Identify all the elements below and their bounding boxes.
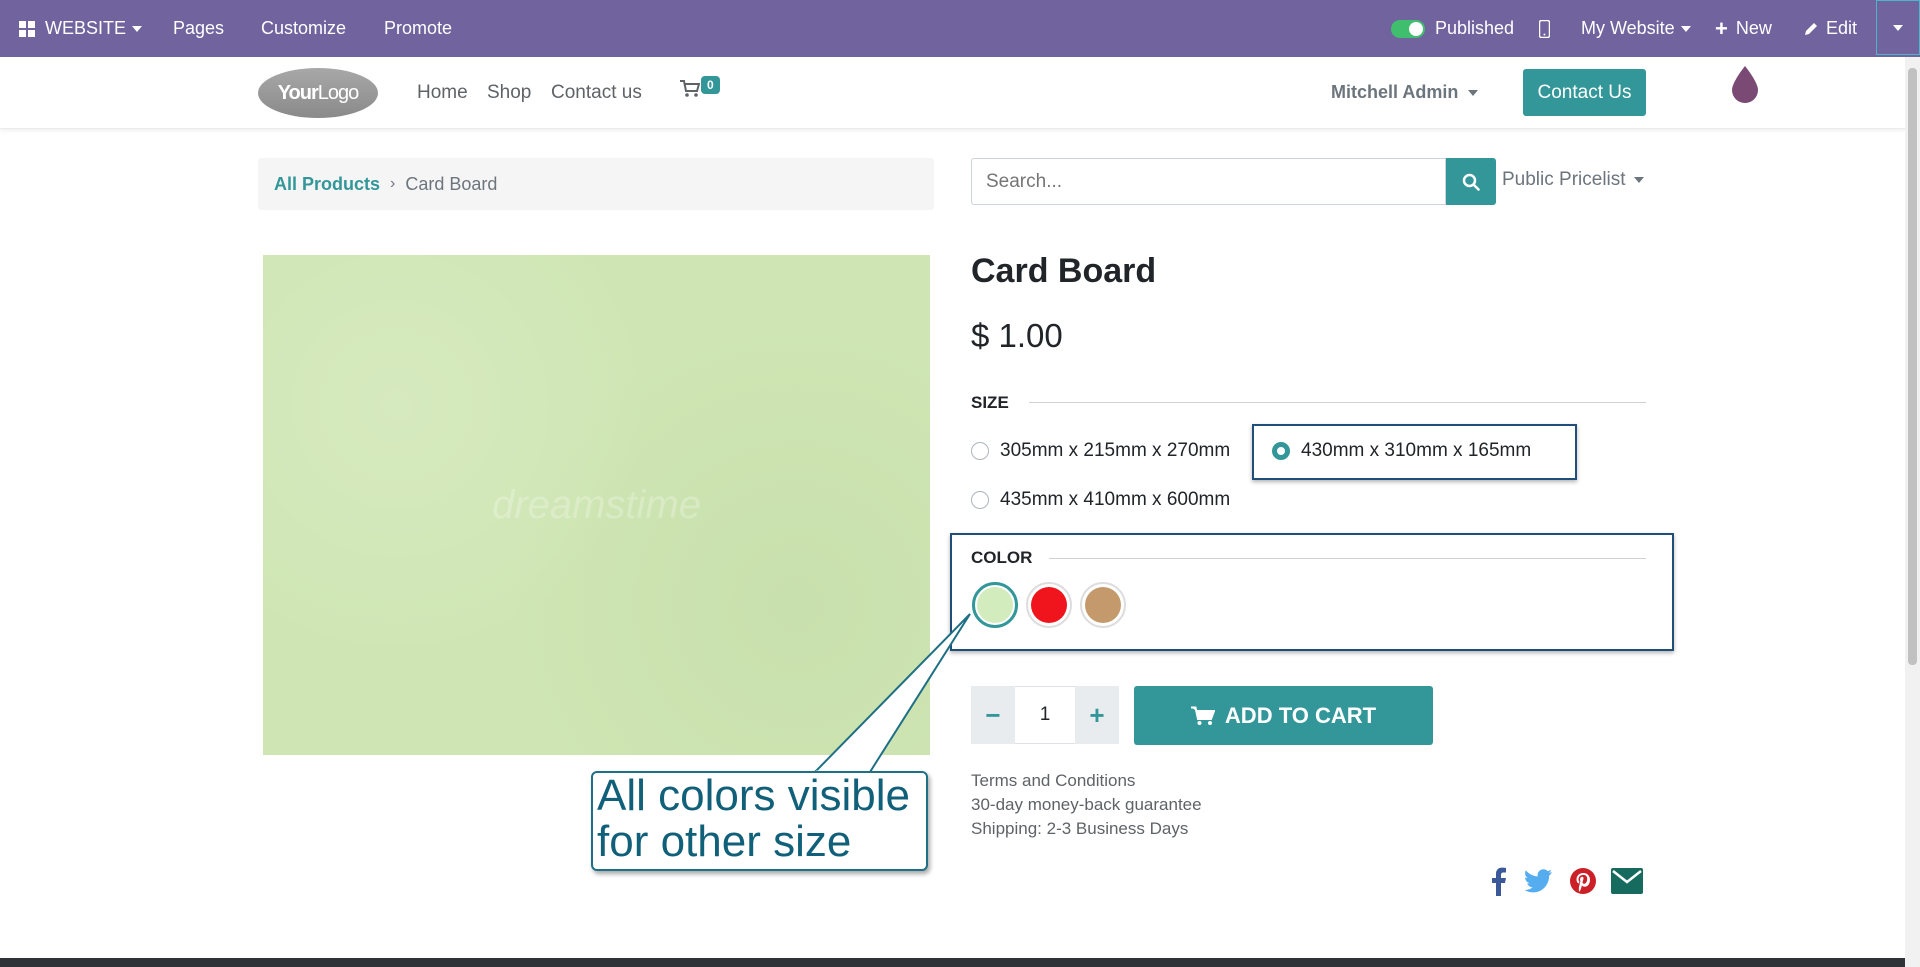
pages-menu[interactable]: Pages — [173, 0, 224, 57]
add-to-cart-label: ADD TO CART — [1224, 702, 1377, 728]
cart-link[interactable] — [680, 80, 701, 104]
user-menu[interactable]: Mitchell Admin — [1331, 82, 1479, 103]
search-button[interactable] — [1446, 158, 1496, 205]
product-price: $ 1.00 — [971, 317, 1063, 354]
pricelist-dropdown[interactable]: Public Pricelist — [1502, 169, 1644, 191]
size-label: SIZE — [971, 393, 1009, 412]
color-divider — [1049, 558, 1646, 559]
caret-down-icon — [1633, 177, 1644, 183]
contact-us-button[interactable]: Contact Us — [1523, 69, 1646, 116]
footer-strip — [0, 958, 1905, 967]
website-admin-bar: WEBSITE Pages Customize Promote Publishe… — [0, 0, 1920, 57]
website-menu-label: WEBSITE — [45, 18, 127, 38]
caret-down-icon — [132, 25, 143, 32]
color-label: COLOR — [971, 548, 1033, 567]
size-option-3[interactable]: 435mm x 410mm x 600mm — [971, 489, 1230, 511]
customize-menu[interactable]: Customize — [261, 0, 346, 57]
user-name: Mitchell Admin — [1331, 82, 1459, 102]
pricelist-label: Public Pricelist — [1502, 169, 1626, 190]
search-input[interactable] — [971, 158, 1446, 205]
apps-grid-icon — [19, 20, 35, 37]
new-label: New — [1735, 18, 1772, 38]
color-swatch-brown[interactable] — [1080, 582, 1126, 628]
guarantee-text: 30-day money-back guarantee — [971, 795, 1202, 814]
breadcrumb-all-products[interactable]: All Products — [274, 174, 380, 195]
website-selector-label: My Website — [1581, 18, 1675, 38]
quantity-increase-button[interactable]: + — [1075, 686, 1119, 744]
caret-down-icon — [1680, 25, 1691, 32]
breadcrumb: All Products › Card Board — [258, 158, 934, 210]
scrollbar-thumb[interactable] — [1908, 68, 1917, 665]
website-selector[interactable]: My Website — [1581, 0, 1691, 57]
logo-text-your: Your — [277, 81, 319, 104]
product-title: Card Board — [971, 252, 1157, 290]
size-divider — [1029, 402, 1646, 403]
nav-home[interactable]: Home — [417, 82, 468, 104]
size-option-1[interactable]: 305mm x 215mm x 270mm — [971, 440, 1230, 462]
facebook-icon[interactable] — [1491, 866, 1507, 896]
mobile-phone-icon — [1539, 19, 1550, 38]
shopping-cart-icon — [1190, 706, 1215, 725]
callout-line-1: All colors visible — [597, 771, 910, 820]
mobile-preview-button[interactable] — [1539, 0, 1550, 57]
edit-label: Edit — [1826, 18, 1858, 38]
color-swatch-red[interactable] — [1026, 582, 1072, 628]
company-logo[interactable]: Your Logo — [258, 68, 378, 118]
callout-line-2: for other size — [597, 817, 852, 866]
website-menu[interactable]: WEBSITE — [19, 0, 143, 57]
quantity-input[interactable] — [1015, 686, 1075, 744]
pinterest-icon[interactable] — [1569, 866, 1597, 896]
caret-down-icon — [1893, 24, 1903, 31]
plus-icon: + — [1089, 699, 1105, 730]
size-option-label: 305mm x 215mm x 270mm — [1000, 440, 1231, 461]
chevron-right-icon: › — [390, 175, 396, 192]
toggle-switch[interactable] — [1391, 19, 1425, 38]
annotation-callout: All colors visible for other size — [591, 771, 928, 871]
shopping-cart-icon — [680, 80, 701, 97]
pencil-icon — [1805, 22, 1817, 35]
add-to-cart-button[interactable]: ADD TO CART — [1134, 686, 1433, 745]
twitter-icon[interactable] — [1525, 866, 1553, 896]
nav-shop[interactable]: Shop — [487, 82, 531, 104]
nav-contact[interactable]: Contact us — [551, 82, 642, 104]
new-button[interactable]: + New — [1715, 0, 1772, 57]
breadcrumb-current: Card Board — [405, 173, 498, 194]
logo-text-logo: Logo — [317, 81, 359, 104]
edit-button[interactable]: Edit — [1804, 0, 1857, 57]
size-option-2[interactable]: 430mm x 310mm x 165mm — [1272, 440, 1531, 462]
shipping-text: Shipping: 2-3 Business Days — [971, 819, 1189, 838]
size-radio-3[interactable] — [971, 491, 989, 509]
plus-icon: + — [1715, 15, 1728, 41]
terms-link[interactable]: Terms and Conditions — [971, 771, 1135, 791]
caret-down-icon — [1468, 89, 1479, 96]
promote-menu[interactable]: Promote — [384, 0, 452, 57]
debug-dropdown-toggle[interactable] — [1876, 0, 1920, 55]
cart-count-badge: 0 — [701, 76, 720, 94]
callout-pointer — [812, 613, 971, 776]
search-icon — [1462, 173, 1480, 191]
minus-icon: − — [985, 699, 1001, 730]
email-icon[interactable] — [1611, 866, 1643, 896]
size-option-label: 430mm x 310mm x 165mm — [1301, 440, 1532, 461]
size-radio-1[interactable] — [971, 442, 989, 460]
published-toggle[interactable]: Published — [1391, 0, 1514, 57]
size-option-label: 435mm x 410mm x 600mm — [1000, 489, 1231, 510]
size-radio-2[interactable] — [1272, 442, 1290, 460]
theme-drop-icon[interactable] — [1730, 64, 1760, 104]
published-label: Published — [1435, 18, 1515, 38]
